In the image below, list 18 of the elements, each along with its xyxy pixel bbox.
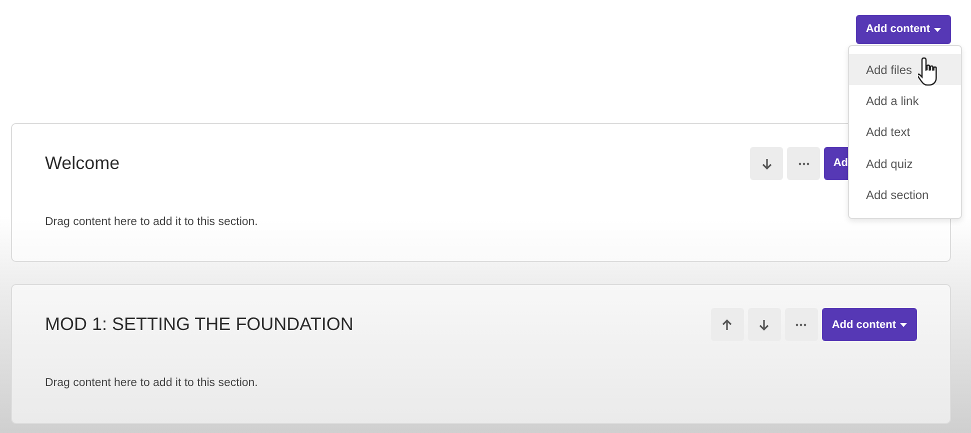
move-up-button[interactable] [710,308,744,342]
menu-item[interactable]: Add quiz [849,148,961,180]
section-hint: Drag content here to add it to this section. [45,215,259,230]
section-title: Welcome [45,152,120,174]
add-content-button[interactable]: Add content [856,15,951,44]
move-down-button[interactable] [748,308,781,342]
section-hint: Drag content here to add it to this section. [45,376,259,392]
section-title: MOD 1: SETTING THE FOUNDATION [45,314,354,336]
menu-item[interactable]: Add section [849,179,961,210]
menu-item[interactable]: Add a link [849,85,961,117]
arrow-down-icon [760,158,773,170]
arrow-up-icon [721,318,734,331]
move-down-button[interactable] [750,147,784,180]
menu-item[interactable]: Add text [849,116,961,148]
caret-icon [900,322,907,327]
caret-icon [934,28,941,32]
arrow-down-icon [758,318,770,331]
add-content-button[interactable]: Add content [822,308,917,342]
